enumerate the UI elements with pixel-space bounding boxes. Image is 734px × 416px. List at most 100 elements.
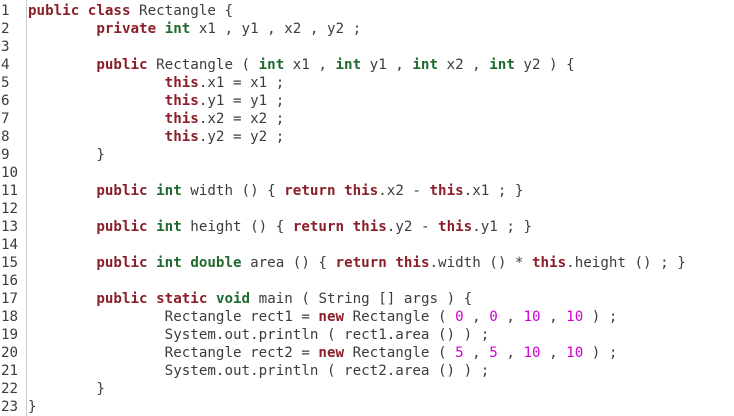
text-token: .y1 ; } (472, 219, 532, 235)
text-token: } (28, 399, 37, 415)
code-line[interactable]: 12 (0, 200, 734, 218)
keyword-token: public (96, 57, 148, 73)
code-line[interactable]: 15 public int double area () { return th… (0, 254, 734, 272)
keyword-token: class (87, 3, 131, 19)
line-number: 19 (1, 327, 19, 343)
code-line[interactable]: 2 private int x1 , y1 , x2 , y2 ; (0, 20, 734, 38)
code-text: System.out.println ( rect1.area () ) ; (28, 326, 490, 344)
text-token: .y2 - (386, 219, 439, 235)
text-token: area () { (241, 255, 336, 271)
keyword-token: this (164, 111, 199, 127)
code-text: public int height () { return this.y2 - … (28, 218, 532, 236)
type-token: int (258, 57, 285, 73)
number-token: 10 (523, 309, 541, 325)
text-token: Rectangle ( (344, 345, 456, 361)
code-text: } (28, 380, 105, 398)
code-text: Rectangle rect2 = new Rectangle ( 5 , 5 … (28, 344, 618, 362)
line-number: 17 (1, 291, 19, 307)
code-line[interactable]: 7 this.x2 = x2 ; (0, 110, 734, 128)
keyword-token: static (156, 291, 208, 307)
code-line[interactable]: 1 public class Rectangle { (0, 2, 734, 20)
code-line[interactable]: 6 this.y1 = y1 ; (0, 92, 734, 110)
text-token: y1 , (361, 57, 413, 73)
type-token: int (156, 219, 182, 235)
code-line[interactable]: 5 this.x1 = x1 ; (0, 74, 734, 92)
code-text: public int double area () { return this.… (28, 254, 685, 272)
line-number: 9 (1, 147, 10, 163)
line-number: 14 (1, 237, 19, 253)
code-line[interactable]: 8 this.y2 = y2 ; (0, 128, 734, 146)
text-token: y2 ) { (514, 57, 575, 73)
line-number: 22 (1, 381, 19, 397)
number-token: 0 (455, 309, 464, 325)
code-line[interactable]: 23} (0, 398, 734, 416)
code-text: this.y1 = y1 ; (28, 92, 285, 110)
keyword-token: this (164, 93, 199, 109)
code-line[interactable]: 10 (0, 164, 734, 182)
number-token: 5 (489, 345, 498, 361)
line-number: 12 (1, 201, 19, 217)
keyword-token: this (438, 219, 473, 235)
code-line[interactable]: 3 (0, 38, 734, 56)
keyword-token: return (335, 255, 387, 271)
code-line[interactable]: 14 (0, 236, 734, 254)
text-token: Rectangle rect2 = (28, 345, 319, 361)
keyword-token: public (96, 291, 148, 307)
code-line[interactable]: 11 public int width () { return this.x2 … (0, 182, 734, 200)
code-area[interactable]: 1 public class Rectangle {2 private int x… (0, 0, 734, 416)
code-line[interactable]: 22 } (0, 380, 734, 398)
line-number: 20 (1, 345, 19, 361)
line-number: 18 (1, 309, 19, 325)
keyword-token: this (344, 183, 379, 199)
code-line[interactable]: 4 public Rectangle ( int x1 , int y1 , i… (0, 56, 734, 74)
code-editor[interactable]: 1 public class Rectangle {2 private int x… (0, 0, 734, 416)
text-token: .y2 = y2 ; (198, 129, 285, 145)
code-line[interactable]: 13 public int height () { return this.y2… (0, 218, 734, 236)
code-line[interactable]: 16 (0, 272, 734, 290)
code-text: public static void main ( String [] args… (28, 290, 472, 308)
code-line[interactable]: 20 Rectangle rect2 = new Rectangle ( 5 ,… (0, 344, 734, 362)
line-number: 2 (1, 21, 10, 37)
code-text: public int width () { return this.x2 - t… (28, 182, 523, 200)
text-token: , (497, 309, 524, 325)
text-token: x1 , (284, 57, 336, 73)
text-token: , (463, 345, 490, 361)
code-line[interactable]: 18 Rectangle rect1 = new Rectangle ( 0 ,… (0, 308, 734, 326)
keyword-token: this (352, 219, 387, 235)
code-line[interactable]: 17 public static void main ( String [] a… (0, 290, 734, 308)
code-text: this.x1 = x1 ; (28, 74, 285, 92)
code-line[interactable]: 19 System.out.println ( rect1.area () ) … (0, 326, 734, 344)
number-token: 10 (566, 309, 584, 325)
line-number: 8 (1, 129, 10, 145)
text-token: Rectangle ( (147, 57, 259, 73)
keyword-token: new (318, 309, 345, 325)
text-token: .x2 = x2 ; (198, 111, 285, 127)
keyword-token: this (164, 75, 199, 91)
text-token: } (28, 381, 105, 397)
code-text: private int x1 , y1 , x2 , y2 ; (28, 20, 361, 38)
code-line[interactable]: 21 System.out.println ( rect2.area () ) … (0, 362, 734, 380)
number-token: 0 (489, 309, 498, 325)
code-line[interactable]: 9 } (0, 146, 734, 164)
keyword-token: this (395, 255, 430, 271)
code-text: this.y2 = y2 ; (28, 128, 285, 146)
code-text: Rectangle rect1 = new Rectangle ( 0 , 0 … (28, 308, 618, 326)
text-token: Rectangle rect1 = (28, 309, 319, 325)
keyword-token: public (96, 219, 148, 235)
keyword-token: return (292, 219, 345, 235)
keyword-token: new (318, 345, 345, 361)
keyword-token: return (284, 183, 336, 199)
text-token: Rectangle ( (344, 309, 456, 325)
